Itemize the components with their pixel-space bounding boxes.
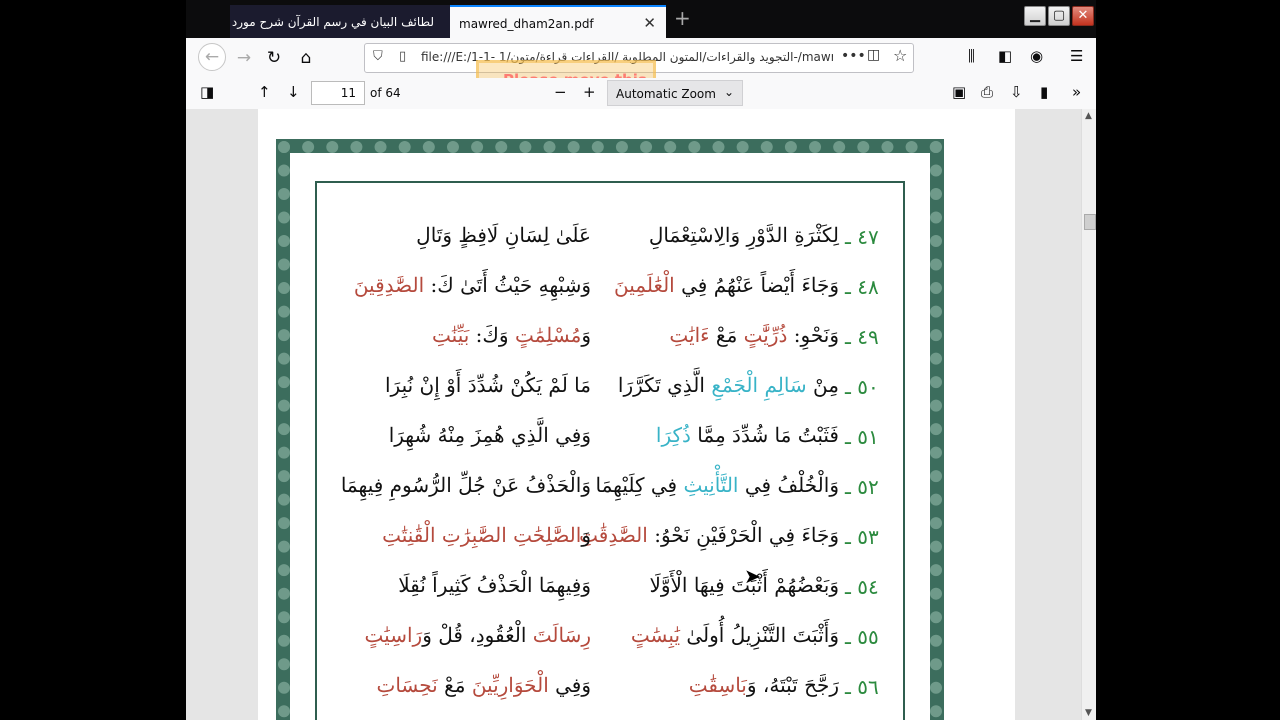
forward-arrow-icon[interactable]: → <box>232 46 256 70</box>
verse-number: ٥٤ ـ <box>845 575 879 599</box>
verse-number: ٥١ ـ <box>845 425 879 449</box>
first-hemistich: لِكَثْرَةِ الدَّوْرِ وَالِاسْتِعْمَالِ <box>648 223 839 247</box>
second-hemistich: وَفِي الْحَوَارِيِّينَ مَعْ نَحِسَاتِ <box>376 673 591 697</box>
new-tab-icon[interactable]: + <box>674 6 691 30</box>
close-tab-icon[interactable]: ✕ <box>643 14 656 32</box>
shield-icon[interactable]: ⛉ <box>373 49 383 64</box>
first-hemistich: وَالْخُلْفُ فِي التَّأْنِيثِ فِي كِلَيْه… <box>595 473 839 497</box>
tools-icon[interactable]: » <box>1072 83 1081 101</box>
next-page-icon[interactable]: ↓ <box>287 83 300 101</box>
poem-area: ٤٧ ـ لِكَثْرَةِ الدَّوْرِ وَالِاسْتِعْمَا… <box>315 181 905 720</box>
first-hemistich: وَنَحْوِ: ذُرِّيَّٰتٍ مَعْ ءَايَٰتِ <box>669 323 839 347</box>
verse-number: ٥٥ ـ <box>845 625 879 649</box>
verse-line: ٤٧ ـ لِكَثْرَةِ الدَّوْرِ وَالِاسْتِعْمَا… <box>343 221 903 271</box>
verse-number: ٤٩ ـ <box>845 325 879 349</box>
first-hemistich: رَجَّحَ تَبْتَهُ، وَبَاسِقَٰتِ <box>688 673 839 697</box>
sidebar-icon[interactable]: ◧ <box>998 47 1012 65</box>
vertical-scrollbar[interactable]: ▲ ▼ <box>1081 109 1096 720</box>
more-actions-icon[interactable]: ••• <box>841 48 866 64</box>
scroll-thumb[interactable] <box>1084 214 1096 230</box>
verse-line: ٥٣ ـ وَجَاءَ فِي الْحَرْفَيْنِ نَحْوُ: ال… <box>343 521 903 571</box>
pocket-icon[interactable]: ◫ <box>867 47 880 63</box>
first-hemistich: وَجَاءَ أَيْضاً عَنْهُمُ فِي الْعَٰلَمِي… <box>614 273 839 297</box>
pdf-page: ٤٧ ـ لِكَثْرَةِ الدَّوْرِ وَالِاسْتِعْمَا… <box>258 109 1015 720</box>
library-icon[interactable]: ⫼ <box>968 47 975 65</box>
page-number-input[interactable]: 11 <box>311 81 365 105</box>
zoom-select[interactable]: Automatic Zoom ⌄ <box>607 80 743 106</box>
close-window-button[interactable]: ✕ <box>1072 6 1094 26</box>
verse-line: ٥٦ ـ رَجَّحَ تَبْتَهُ، وَبَاسِقَٰتِ وَفِي … <box>343 671 903 720</box>
back-arrow-icon[interactable]: ← <box>198 43 226 71</box>
verse-number: ٥٦ ـ <box>845 675 879 699</box>
second-hemistich: وَمُسْلِمَٰتٍ وَكَ: بَيِّنَٰتِ <box>432 323 591 347</box>
tab-arabic-book[interactable]: لطائف البيان في رسم القرآن شرح مورد ا <box>230 5 450 38</box>
verse-number: ٤٧ ـ <box>845 225 879 249</box>
toggle-sidebar-icon[interactable]: ◨ <box>200 83 214 101</box>
presentation-mode-icon[interactable]: ▣ <box>952 83 966 101</box>
bookmark-icon[interactable]: ▮ <box>1040 83 1048 101</box>
verse-line: ٥٤ ـ وَبَعْضُهُمْ أَثْبَتَ فِيهَا الْأَوَ… <box>343 571 903 621</box>
verse-line: ٥١ ـ فَثَبْتُ مَا شُدِّدَ مِمَّا ذُكِرَا و… <box>343 421 903 471</box>
verse-line: ٥٢ ـ وَالْخُلْفُ فِي التَّأْنِيثِ فِي كِل… <box>340 471 903 521</box>
first-hemistich: وَجَاءَ فِي الْحَرْفَيْنِ نَحْوُ: الصَّٰ… <box>579 523 839 547</box>
tab-strip: لطائف البيان في رسم القرآن شرح مورد ا ma… <box>186 0 1096 38</box>
account-icon[interactable]: ◉ <box>1030 47 1043 65</box>
reload-icon[interactable]: ↻ <box>262 46 286 70</box>
minimize-button[interactable]: ▁ <box>1024 6 1046 26</box>
first-hemistich: فَثَبْتُ مَا شُدِّدَ مِمَّا ذُكِرَا <box>655 423 839 447</box>
verse-number: ٥٢ ـ <box>845 475 879 499</box>
browser-window: لطائف البيان في رسم القرآن شرح مورد ا ma… <box>186 0 1096 720</box>
second-hemistich: وَالْحَذْفُ عَنْ جُلِّ الرُّسُومِ فِيهِم… <box>340 473 591 497</box>
navigation-toolbar: ← → ↻ ⌂ ⛉ ▯ file:///E:/1-1- التجويد والق… <box>186 38 1096 114</box>
page-icon[interactable]: ▯ <box>399 49 406 64</box>
first-hemistich: مِنْ سَالِمِ الْجَمْعِ الَّذِي تَكَرَّرَ… <box>617 373 839 397</box>
verse-number: ٥٠ ـ <box>845 375 879 399</box>
zoom-in-icon[interactable]: + <box>583 83 596 101</box>
pdf-toolbar: ◨ ↑ ↓ 11 of 64 − + Automatic Zoom ⌄ ▣ ⎙ … <box>186 78 1096 110</box>
save-icon[interactable]: ⇩ <box>1010 83 1023 101</box>
chevron-down-icon: ⌄ <box>723 85 734 99</box>
maximize-button[interactable]: ▢ <box>1048 6 1070 26</box>
tab-title: mawred_dham2an.pdf <box>459 17 594 31</box>
second-hemistich: عَلَىٰ لِسَانِ لَافِظٍ وَتَالِ <box>416 223 591 247</box>
menu-icon[interactable]: ☰ <box>1070 47 1083 65</box>
tab-pdf[interactable]: mawred_dham2an.pdf ✕ <box>450 5 666 38</box>
zoom-value: Automatic Zoom <box>616 87 716 101</box>
mouse-cursor-icon: ➤ <box>744 564 761 588</box>
verse-line: ٤٩ ـ وَنَحْوِ: ذُرِّيَّٰتٍ مَعْ ءَايَٰتِ و… <box>343 321 903 371</box>
second-hemistich: وَفِي الَّذِي هُمِزَ مِنْهُ شُهِرَا <box>388 423 591 447</box>
home-icon[interactable]: ⌂ <box>294 46 318 70</box>
verse-number: ٤٨ ـ <box>845 275 879 299</box>
pdf-viewer[interactable]: ٤٧ ـ لِكَثْرَةِ الدَّوْرِ وَالِاسْتِعْمَا… <box>186 109 1081 720</box>
verse-line: ٥٠ ـ مِنْ سَالِمِ الْجَمْعِ الَّذِي تَكَر… <box>343 371 903 421</box>
print-icon[interactable]: ⎙ <box>981 83 993 101</box>
page-count: of 64 <box>370 86 401 100</box>
first-hemistich: وَأَثْبَتَ التَّنْزِيلُ أُولَىٰ يَٰبِسَٰ… <box>630 623 839 647</box>
second-hemistich: رِسَالَتَ الْعُقُودِ، قُلْ وَرَاسِيَٰتٍ <box>364 623 591 647</box>
previous-page-icon[interactable]: ↑ <box>258 83 271 101</box>
second-hemistich: وَالصَّٰلِحَٰتِ الصَّٰبِرَٰتِ الْقَٰنِتَ… <box>382 523 591 547</box>
verse-line: ٤٨ ـ وَجَاءَ أَيْضاً عَنْهُمُ فِي الْعَٰل… <box>343 271 903 321</box>
first-hemistich: وَبَعْضُهُمْ أَثْبَتَ فِيهَا الْأَوَّلَا <box>649 573 839 597</box>
second-hemistich: وَشِبْهِهِ حَيْثُ أَتَىٰ كَ: الصَّٰدِقِي… <box>353 273 591 297</box>
second-hemistich: وَفِيهِمَا الْحَذْفُ كَثِيراً نُقِلَا <box>398 573 591 597</box>
verse-number: ٥٣ ـ <box>845 525 879 549</box>
second-hemistich: مَا لَمْ يَكُنْ شُدِّدَ أَوْ إِنْ نُبِرَ… <box>384 373 591 397</box>
scroll-down-icon[interactable]: ▼ <box>1085 708 1092 718</box>
scroll-up-icon[interactable]: ▲ <box>1085 111 1092 121</box>
bookmark-star-icon[interactable]: ☆ <box>893 46 907 65</box>
verse-line: ٥٥ ـ وَأَثْبَتَ التَّنْزِيلُ أُولَىٰ يَٰب… <box>343 621 903 671</box>
tab-title: لطائف البيان في رسم القرآن شرح مورد ا <box>230 15 434 29</box>
zoom-out-icon[interactable]: − <box>554 83 567 101</box>
